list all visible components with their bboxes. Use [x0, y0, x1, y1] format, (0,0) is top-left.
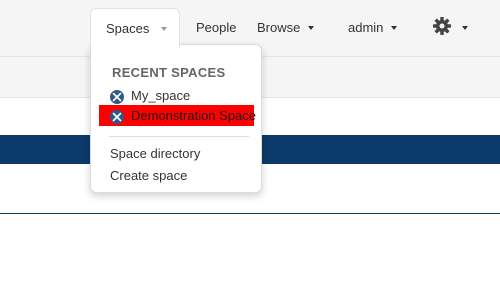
menu-divider — [109, 136, 249, 137]
nav-spaces-label: Spaces — [106, 21, 150, 36]
recent-space-item-highlighted[interactable]: Demonstration Space — [99, 105, 257, 126]
chevron-down-icon — [308, 25, 315, 30]
nav-user-label: admin — [348, 20, 384, 35]
spaces-dropdown-menu: RECENT SPACES My_space Demonstration Spa… — [90, 44, 262, 193]
nav-browse-menu[interactable]: Browse — [257, 0, 315, 56]
chevron-down-icon[interactable] — [462, 26, 468, 30]
space-avatar-icon — [110, 109, 124, 124]
nav-spaces-menu[interactable]: Spaces — [90, 8, 180, 48]
recent-space-label: Demonstration Space — [131, 108, 257, 123]
nav-browse-label: Browse — [257, 20, 301, 35]
recent-space-label: My_space — [131, 88, 191, 103]
chevron-down-icon — [161, 26, 168, 31]
nav-people-label: People — [196, 20, 237, 35]
gear-icon[interactable] — [432, 16, 452, 36]
chevron-down-icon — [391, 25, 398, 30]
recent-spaces-heading: RECENT SPACES — [112, 65, 226, 80]
content-divider — [0, 213, 500, 214]
space-avatar-icon — [110, 89, 124, 104]
recent-space-item[interactable]: My_space — [99, 85, 254, 106]
space-directory-link[interactable]: Space directory — [110, 145, 200, 163]
nav-user-menu[interactable]: admin — [348, 0, 398, 56]
create-space-link[interactable]: Create space — [110, 167, 187, 185]
